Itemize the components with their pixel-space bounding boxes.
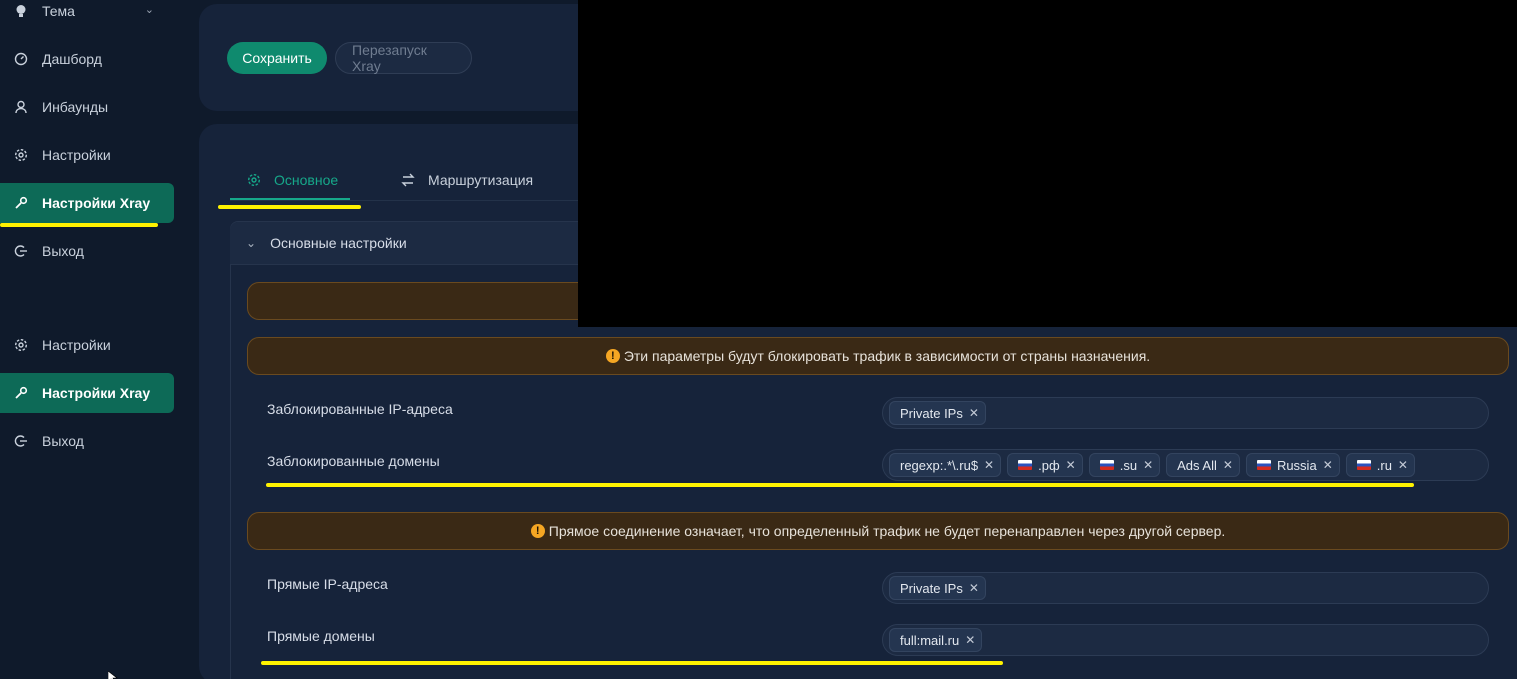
tab-label: Маршрутизация [428, 172, 534, 188]
gear-icon [246, 173, 262, 187]
tag-text: .su [1119, 457, 1138, 473]
direct-domains-select[interactable]: full:mail.ru ✕ [882, 624, 1489, 656]
sidebar-item-xray-settings[interactable]: Настройки Xray [0, 373, 174, 413]
sidebar-item-inbounds[interactable]: Инбаунды [0, 87, 174, 127]
close-icon[interactable]: ✕ [1066, 458, 1076, 472]
tool-icon [14, 196, 28, 210]
gear-icon [14, 338, 28, 352]
panel-title: Основные настройки [270, 235, 407, 251]
sidebar-item-theme[interactable]: Тема ⌄ [0, 0, 174, 31]
chevron-down-icon: ⌄ [246, 236, 257, 250]
flag-ru-icon [1099, 460, 1114, 470]
sidebar-item-label: Настройки Xray [42, 195, 151, 211]
tag: .ru ✕ [1345, 453, 1415, 477]
flag-ru-icon [1356, 460, 1371, 470]
logout-icon [14, 244, 28, 258]
sidebar-item-label: Тема [42, 3, 75, 19]
sidebar-item-settings[interactable]: Настройки [0, 135, 174, 175]
tag-text: .рф [1038, 457, 1060, 473]
dashboard-icon [14, 52, 28, 66]
user-icon [14, 100, 28, 114]
save-button[interactable]: Сохранить [227, 42, 327, 74]
tag: Ads All ✕ [1166, 453, 1240, 477]
bulb-icon [14, 4, 28, 18]
tab-routing[interactable]: Маршрутизация [400, 168, 533, 192]
tag-text: regexp:.*\.ru$ [900, 457, 979, 473]
tool-icon [14, 386, 28, 400]
tag: .su ✕ [1088, 453, 1161, 477]
mouse-cursor-icon [107, 670, 118, 679]
sidebar-item-logout[interactable]: Выход [0, 421, 174, 461]
tag: full:mail.ru ✕ [889, 628, 983, 652]
tab-basic[interactable]: Основное [246, 168, 338, 192]
restart-xray-button[interactable]: Перезапуск Xray [335, 42, 472, 74]
tag: Private IPs ✕ [889, 401, 986, 425]
highlight-underline [0, 223, 158, 227]
blocked-ips-label: Заблокированные IP-адреса [267, 401, 453, 417]
direct-ips-label: Прямые IP-адреса [267, 576, 388, 592]
close-icon[interactable]: ✕ [965, 633, 975, 647]
close-icon[interactable]: ✕ [969, 581, 979, 595]
swap-icon [400, 173, 416, 187]
close-icon[interactable]: ✕ [1323, 458, 1333, 472]
highlight-underline [266, 483, 1414, 487]
gear-icon [14, 148, 28, 162]
logout-icon [14, 434, 28, 448]
redacted-overlay [578, 0, 1517, 327]
warning-icon: ! [605, 349, 620, 363]
tag-text: full:mail.ru [900, 632, 960, 648]
tab-label: Основное [274, 172, 339, 188]
sidebar: Тема ⌄ Дашборд Инбаунды Настройки Настро… [0, 0, 182, 679]
sidebar-item-label: Настройки [42, 337, 111, 353]
sidebar-item-label: Инбаунды [42, 99, 109, 115]
alert-direct: ! Прямое соединение означает, что опреде… [247, 512, 1509, 550]
alert-text: Эти параметры будут блокировать трафик в… [623, 348, 1151, 364]
highlight-underline [261, 661, 1003, 665]
sidebar-item-label: Выход [42, 433, 84, 449]
blocked-domains-select[interactable]: regexp:.*\.ru$ ✕ .рф ✕ .su ✕ Ads All ✕ Russi… [882, 449, 1489, 481]
highlight-underline [218, 205, 361, 209]
tag-text: Private IPs [900, 405, 963, 421]
blocked-domains-label: Заблокированные домены [267, 453, 440, 469]
chevron-down-icon[interactable]: ⌄ [145, 3, 154, 16]
warning-icon: ! [530, 524, 545, 538]
sidebar-item-label: Дашборд [42, 51, 102, 67]
tag-text: Private IPs [900, 580, 963, 596]
active-tab-indicator [230, 198, 350, 200]
tag-text: Russia [1276, 457, 1317, 473]
tag: regexp:.*\.ru$ ✕ [889, 453, 1002, 477]
alert-text: Прямое соединение означает, что определе… [548, 523, 1226, 539]
close-icon[interactable]: ✕ [969, 406, 979, 420]
close-icon[interactable]: ✕ [984, 458, 994, 472]
flag-ru-icon [1256, 460, 1271, 470]
tag: Russia ✕ [1245, 453, 1340, 477]
direct-domains-label: Прямые домены [267, 628, 375, 644]
tag: Private IPs ✕ [889, 576, 986, 600]
blocked-ips-select[interactable]: Private IPs ✕ [882, 397, 1489, 429]
tag-text: Ads All [1177, 457, 1217, 473]
sidebar-item-label: Настройки Xray [42, 385, 151, 401]
sidebar-item-label: Настройки [42, 147, 111, 163]
direct-ips-select[interactable]: Private IPs ✕ [882, 572, 1489, 604]
alert-block: ! Эти параметры будут блокировать трафик… [247, 337, 1509, 375]
tag-text: .ru [1376, 457, 1392, 473]
sidebar-item-label: Выход [42, 243, 84, 259]
sidebar-item-settings[interactable]: Настройки [0, 325, 174, 365]
tag: .рф ✕ [1007, 453, 1083, 477]
sidebar-item-dashboard[interactable]: Дашборд [0, 39, 174, 79]
sidebar-item-xray-settings[interactable]: Настройки Xray [0, 183, 174, 223]
close-icon[interactable]: ✕ [1143, 458, 1153, 472]
sidebar-item-logout[interactable]: Выход [0, 231, 174, 271]
flag-ru-icon [1018, 460, 1033, 470]
close-icon[interactable]: ✕ [1398, 458, 1408, 472]
close-icon[interactable]: ✕ [1223, 458, 1233, 472]
